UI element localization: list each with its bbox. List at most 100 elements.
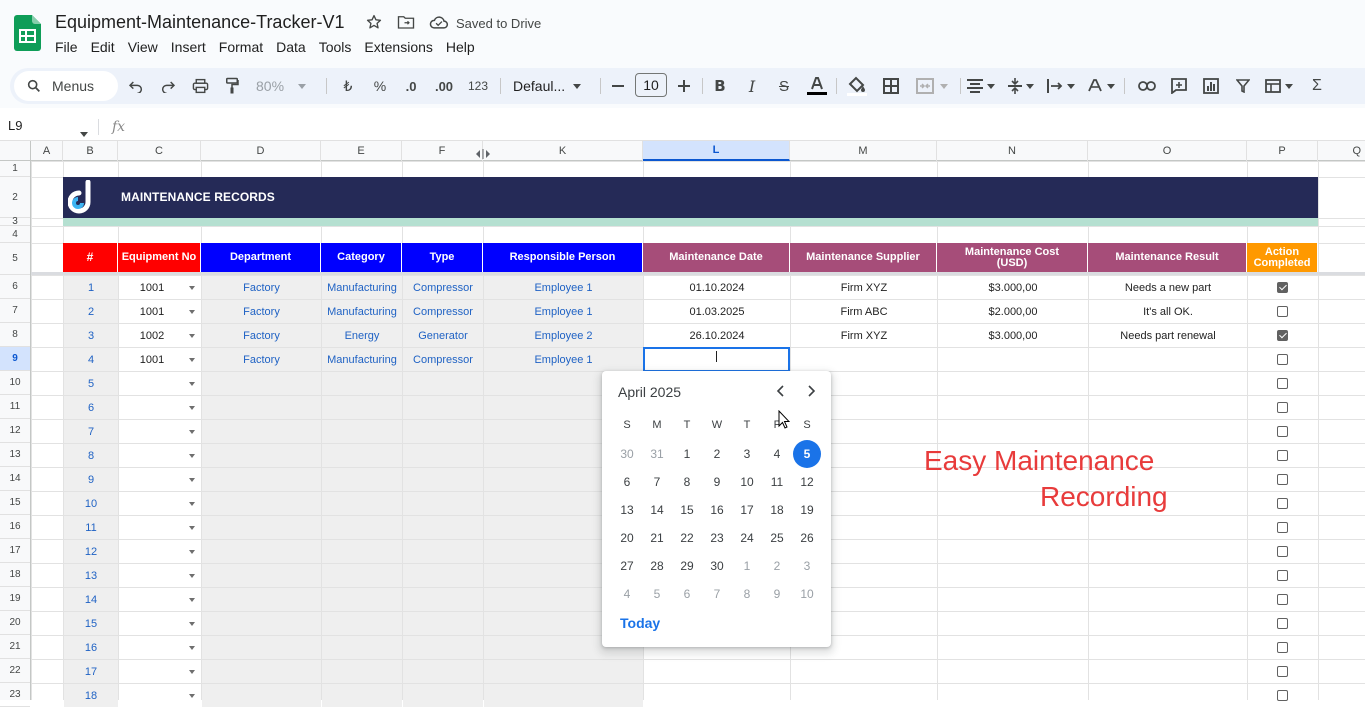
row-number-cell[interactable]: 17 [64,660,118,683]
empty-gray-cell[interactable] [322,660,402,683]
empty-gray-cell[interactable] [202,588,321,611]
dropdown-arrow-icon[interactable] [189,286,195,290]
search-menus-button[interactable]: Menus [14,71,118,101]
table-view-icon[interactable] [1262,68,1296,104]
action-completed-checkbox[interactable] [1277,690,1288,701]
empty-gray-cell[interactable] [322,444,402,467]
dropdown-arrow-icon[interactable] [189,310,195,314]
empty-gray-cell[interactable] [202,492,321,515]
calendar-day[interactable]: 20 [612,524,642,552]
calendar-day[interactable]: 9 [762,580,792,608]
category-cell[interactable]: Manufacturing [322,300,402,323]
row-header-1[interactable]: 1 [0,161,30,177]
action-completed-checkbox[interactable] [1277,378,1288,389]
row-number-cell[interactable]: 2 [64,300,118,323]
empty-gray-cell[interactable] [403,372,483,395]
zoom-select[interactable]: 80% [252,68,316,104]
empty-gray-cell[interactable] [403,660,483,683]
empty-gray-cell[interactable] [322,540,402,563]
empty-gray-cell[interactable] [202,540,321,563]
action-completed-checkbox[interactable] [1277,618,1288,629]
formula-input[interactable] [135,117,1355,137]
font-size-input[interactable]: 10 [635,73,667,97]
calendar-day[interactable]: 15 [672,496,702,524]
calendar-day[interactable]: 2 [762,552,792,580]
dropdown-arrow-icon[interactable] [189,358,195,362]
calendar-day[interactable]: 28 [642,552,672,580]
maintenance-cost-cell[interactable]: $3.000,00 [938,276,1088,299]
department-cell[interactable]: Factory [202,348,321,371]
strikethrough-icon[interactable]: S [772,68,796,104]
row-number-cell[interactable]: 4 [64,348,118,371]
action-completed-checkbox[interactable] [1277,546,1288,557]
calendar-day[interactable]: 31 [642,440,672,468]
row-header-23[interactable]: 23 [0,683,30,707]
calendar-day[interactable]: 9 [702,468,732,496]
menu-edit[interactable]: Edit [91,37,122,57]
empty-gray-cell[interactable] [403,564,483,587]
row-number-cell[interactable]: 12 [64,540,118,563]
calendar-day[interactable]: 10 [732,468,762,496]
row-number-cell[interactable]: 6 [64,396,118,419]
empty-gray-cell[interactable] [403,396,483,419]
print-icon[interactable] [188,68,212,104]
empty-gray-cell[interactable] [202,516,321,539]
filter-icon[interactable] [1230,68,1256,104]
row-header-15[interactable]: 15 [0,491,30,515]
calendar-day[interactable]: 21 [642,524,672,552]
borders-icon[interactable] [878,68,904,104]
empty-gray-cell[interactable] [403,468,483,491]
calendar-day[interactable]: 3 [732,440,762,468]
maintenance-result-cell[interactable] [1089,348,1247,371]
frozen-rows-divider[interactable] [31,272,1365,275]
maintenance-supplier-cell[interactable]: Firm XYZ [791,276,937,299]
row-header-11[interactable]: 11 [0,395,30,419]
column-header-q[interactable]: Q [1318,141,1365,161]
empty-gray-cell[interactable] [202,660,321,683]
responsible-person-cell[interactable]: Employee 1 [484,276,643,299]
redo-icon[interactable] [156,68,180,104]
move-folder-icon[interactable] [397,14,415,35]
row-number-cell[interactable]: 7 [64,420,118,443]
calendar-day[interactable]: 30 [612,440,642,468]
merge-cells-icon[interactable] [910,68,954,104]
action-completed-checkbox[interactable] [1277,570,1288,581]
dropdown-arrow-icon[interactable] [189,574,195,578]
empty-gray-cell[interactable] [403,516,483,539]
decrease-decimal-button[interactable]: .0 [398,68,424,104]
column-header-p[interactable]: P [1247,141,1318,161]
column-header-l[interactable]: L [643,141,790,161]
empty-gray-cell[interactable] [322,636,402,659]
type-cell[interactable]: Compressor [403,348,483,371]
action-completed-checkbox[interactable] [1277,642,1288,653]
empty-gray-cell[interactable] [202,468,321,491]
percent-format-button[interactable]: % [368,68,392,104]
number-format-button[interactable]: 123 [464,68,492,104]
empty-gray-cell[interactable] [484,684,643,707]
calendar-day[interactable]: 13 [612,496,642,524]
action-completed-checkbox[interactable] [1277,522,1288,533]
row-header-6[interactable]: 6 [0,275,30,299]
row-number-cell[interactable]: 15 [64,612,118,635]
column-header-f[interactable]: F [402,141,483,161]
empty-gray-cell[interactable] [403,612,483,635]
empty-gray-cell[interactable] [322,564,402,587]
calendar-day[interactable]: 30 [702,552,732,580]
calendar-day[interactable]: 24 [732,524,762,552]
text-rotation-icon[interactable] [1084,68,1118,104]
selected-day[interactable]: 5 [792,440,822,468]
calendar-day[interactable]: 29 [672,552,702,580]
previous-month-chevron-icon[interactable] [774,383,788,399]
category-cell[interactable]: Manufacturing [322,348,402,371]
type-cell[interactable]: Compressor [403,276,483,299]
dropdown-arrow-icon[interactable] [189,382,195,386]
row-header-10[interactable]: 10 [0,371,30,395]
empty-gray-cell[interactable] [403,636,483,659]
calendar-day[interactable]: 4 [612,580,642,608]
row-number-cell[interactable]: 9 [64,468,118,491]
empty-gray-cell[interactable] [322,396,402,419]
column-header-e[interactable]: E [321,141,402,161]
horizontal-align-icon[interactable] [964,68,998,104]
empty-gray-cell[interactable] [403,420,483,443]
paint-format-icon[interactable] [220,68,244,104]
